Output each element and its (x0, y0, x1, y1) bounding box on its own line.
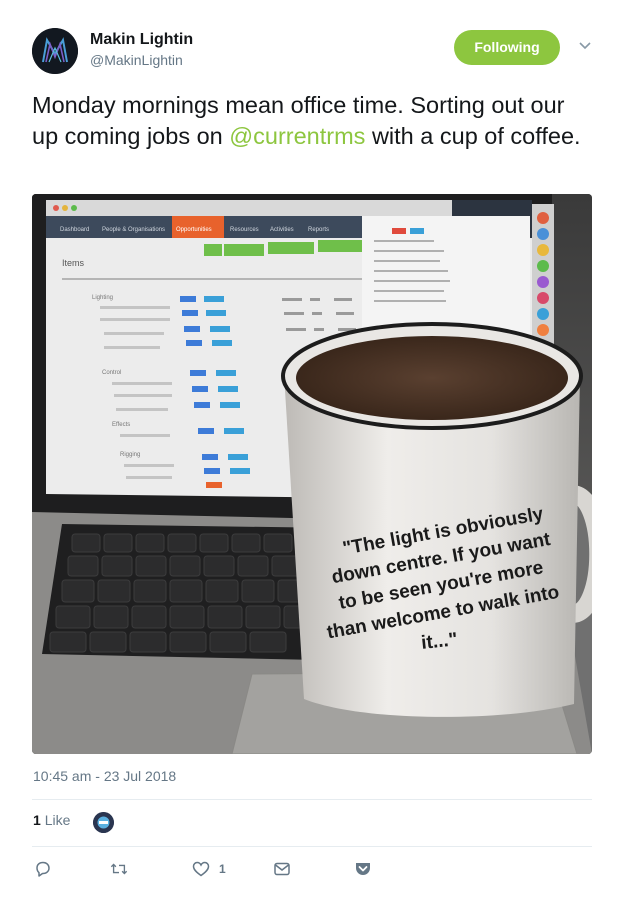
mug-quote-line-5: it..." (420, 629, 458, 654)
like-button[interactable]: 1 (192, 858, 226, 880)
screen-tab-reports: Reports (308, 227, 329, 233)
heart-icon (192, 861, 210, 877)
screen-tab-dashboard: Dashboard (60, 227, 89, 233)
direct-message-button[interactable] (273, 858, 291, 880)
envelope-icon (274, 862, 290, 876)
screen-section-control: Control (102, 370, 121, 376)
author-display-name[interactable]: Makin Lightin (90, 30, 193, 50)
liker-avatar[interactable] (93, 812, 114, 833)
author-names: Makin Lightin @MakinLightin (90, 30, 193, 69)
divider (32, 799, 592, 800)
tweet-text: Monday mornings mean office time. Sortin… (32, 90, 592, 152)
retweet-button[interactable] (110, 858, 128, 880)
following-button[interactable]: Following (454, 30, 560, 65)
pocket-icon (356, 863, 370, 875)
tweet-text-after: with a cup of coffee. (365, 123, 581, 149)
chevron-down-icon[interactable] (578, 38, 592, 52)
screen-section-effects: Effects (112, 422, 130, 428)
likes-label: Like (44, 812, 71, 828)
divider (32, 846, 592, 847)
pocket-button[interactable] (354, 858, 372, 880)
laptop-and-mug-photo: Dashboard People & Organisations Opportu… (32, 194, 592, 754)
reply-button[interactable] (34, 858, 52, 880)
like-count: 1 (219, 862, 226, 876)
likes-summary[interactable]: 1 Like (33, 812, 70, 834)
screen-tab-opportunities: Opportunities (176, 227, 212, 233)
mention-link[interactable]: @currentrms (229, 123, 365, 149)
screen-section-lighting: Lighting (92, 295, 113, 301)
screen-tab-activities: Activities (270, 227, 294, 233)
tweet-actions: 1 (32, 858, 592, 880)
likes-count: 1 (33, 812, 41, 828)
tweet-timestamp[interactable]: 10:45 am - 23 Jul 2018 (33, 768, 176, 784)
tweet-header: Makin Lightin @MakinLightin Following (32, 26, 597, 78)
screen-section-rigging: Rigging (120, 452, 140, 458)
ml-logo-icon[interactable] (32, 28, 78, 74)
retweet-icon (110, 863, 128, 875)
author-handle[interactable]: @MakinLightin (90, 51, 193, 69)
screen-items-heading: Items (62, 258, 85, 268)
tweet-photo[interactable]: Dashboard People & Organisations Opportu… (32, 194, 592, 754)
screen-tab-resources: Resources (230, 227, 259, 233)
reply-icon (36, 861, 50, 877)
screen-tab-people: People & Organisations (102, 227, 165, 233)
